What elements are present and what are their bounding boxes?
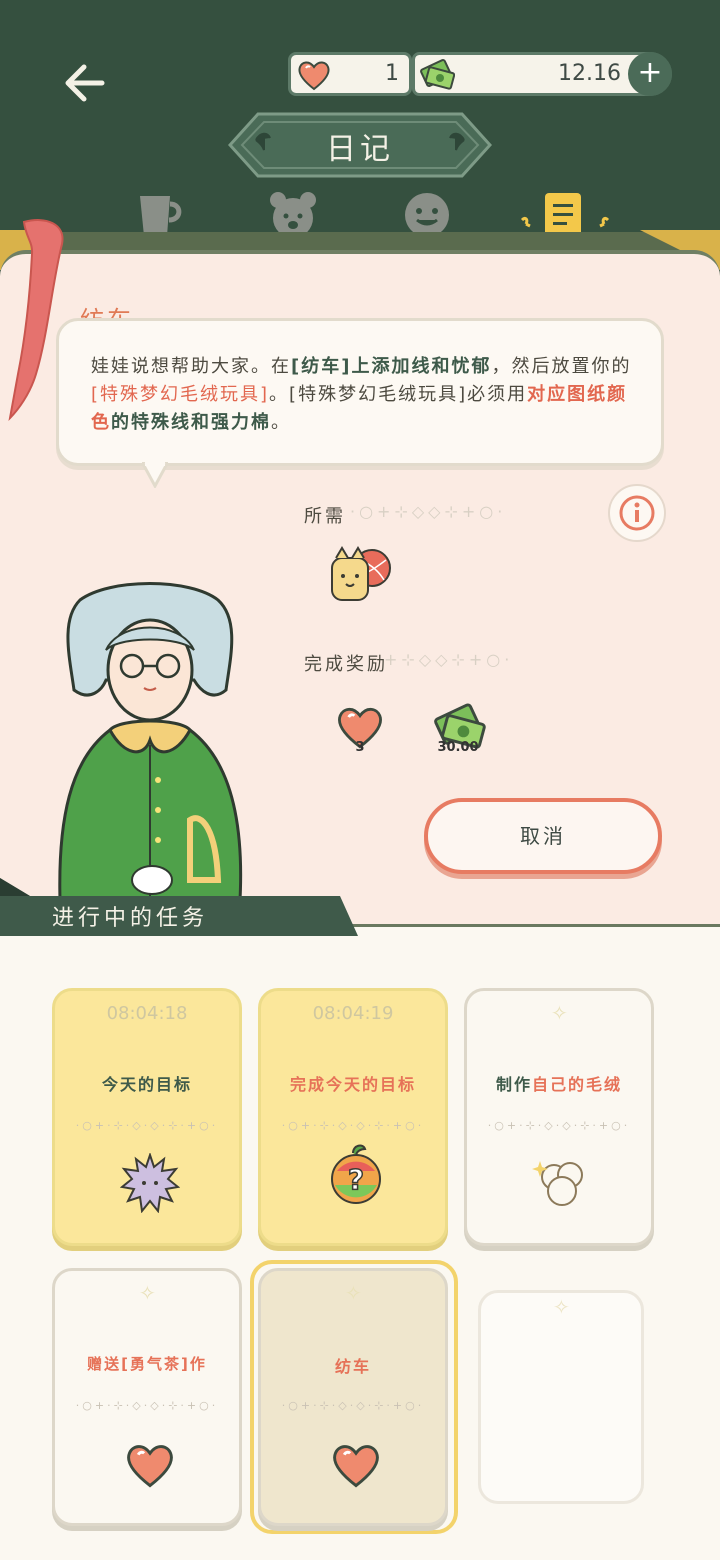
- heart-icon: [127, 1445, 173, 1488]
- reward-money-amount: 30.00: [437, 740, 479, 755]
- task-title: 完成今天的目标: [289, 1075, 416, 1094]
- quest-description: 娃娃说想帮助大家。在[纺车]上添加线和忧郁，然后放置你的[特殊梦幻毛绒玩具]。[…: [91, 356, 632, 433]
- yarn-plush-icon: [331, 546, 391, 601]
- currency-bar: 1 12.16 +: [288, 52, 672, 96]
- task-card-empty: ✧: [478, 1290, 644, 1504]
- task-timer: 08:04:18: [106, 1003, 188, 1024]
- grandma-character: [58, 582, 243, 900]
- task-title: 赠送[勇气茶]作: [87, 1355, 207, 1373]
- reward-label: 完成奖励: [304, 654, 388, 675]
- sparkle-divider: ·○+·⊹·◇·◇·⊹·+○·: [281, 1399, 425, 1412]
- task-card-spinning-wheel[interactable]: ✧ 纺车 ·○+·⊹·◇·◇·⊹·+○·: [258, 1268, 448, 1526]
- page-title: 日记: [326, 132, 394, 167]
- task-title: 制作自己的毛绒: [495, 1075, 623, 1094]
- task-timer: 08:04:19: [312, 1003, 394, 1024]
- puffball-icon: [120, 1153, 180, 1213]
- task-card-complete-goal[interactable]: 08:04:19 完成今天的目标 ·○+·⊹·◇·◇·⊹·+○· ?: [258, 988, 448, 1246]
- sparkle-divider: ·○+⊹◇◇⊹+○·: [350, 502, 507, 521]
- bubble-tail: [142, 462, 168, 488]
- svg-text:?: ?: [348, 1163, 364, 1196]
- sparkle-divider: ·○+·⊹·◇·◇·⊹·+○·: [281, 1119, 425, 1132]
- task-card-daily-goal[interactable]: 08:04:18 今天的目标 ·○+·⊹·◇·◇·⊹·+○·: [52, 988, 242, 1246]
- mystery-fruit-icon: ?: [331, 1144, 381, 1204]
- heart-count: 1: [385, 61, 399, 86]
- cotton-icon: [532, 1161, 583, 1206]
- info-button[interactable]: [608, 484, 666, 542]
- add-currency-button[interactable]: +: [628, 52, 672, 96]
- heart-counter: 1: [288, 52, 412, 96]
- task-title: 纺车: [334, 1357, 371, 1376]
- tasks-banner-title: 进行中的任务: [52, 906, 209, 931]
- quest-description-bubble: 娃娃说想帮助大家。在[纺车]上添加线和忧郁，然后放置你的[特殊梦幻毛绒玩具]。[…: [56, 318, 664, 466]
- cancel-button[interactable]: 取消: [424, 798, 662, 874]
- task-card-make-plush[interactable]: ✧ 制作自己的毛绒 ·○+·⊹·◇·◇·⊹·+○·: [464, 988, 654, 1246]
- money-amount: 12.16: [558, 61, 621, 86]
- sparkle-icon: ✧: [551, 1001, 568, 1025]
- sparkle-icon: ✧: [553, 1295, 570, 1319]
- task-title: 今天的目标: [101, 1075, 192, 1094]
- back-arrow-icon[interactable]: [58, 55, 114, 111]
- sparkle-icon: ✧: [345, 1281, 362, 1305]
- sparkle-divider: ·○+·⊹·◇·◇·⊹·+○·: [75, 1119, 219, 1132]
- task-card-gift-tea[interactable]: ✧ 赠送[勇气茶]作 ·○+·⊹·◇·◇·⊹·+○·: [52, 1268, 242, 1526]
- sparkle-divider: ·○+·⊹·◇·◇·⊹·+○·: [75, 1399, 219, 1412]
- money-counter: 12.16 +: [412, 52, 672, 96]
- reward-heart-amount: 3: [355, 740, 365, 755]
- sparkle-divider: ·○+·⊹·◇·◇·⊹·+○·: [487, 1119, 631, 1132]
- info-icon: [619, 495, 655, 531]
- heart-icon: [298, 61, 330, 91]
- heart-icon: [333, 1445, 379, 1488]
- money-icon: [420, 59, 455, 90]
- sparkle-icon: ✧: [139, 1281, 156, 1305]
- sparkle-divider: +⊹◇◇⊹+○·: [384, 650, 514, 669]
- required-label: 所需: [304, 506, 346, 527]
